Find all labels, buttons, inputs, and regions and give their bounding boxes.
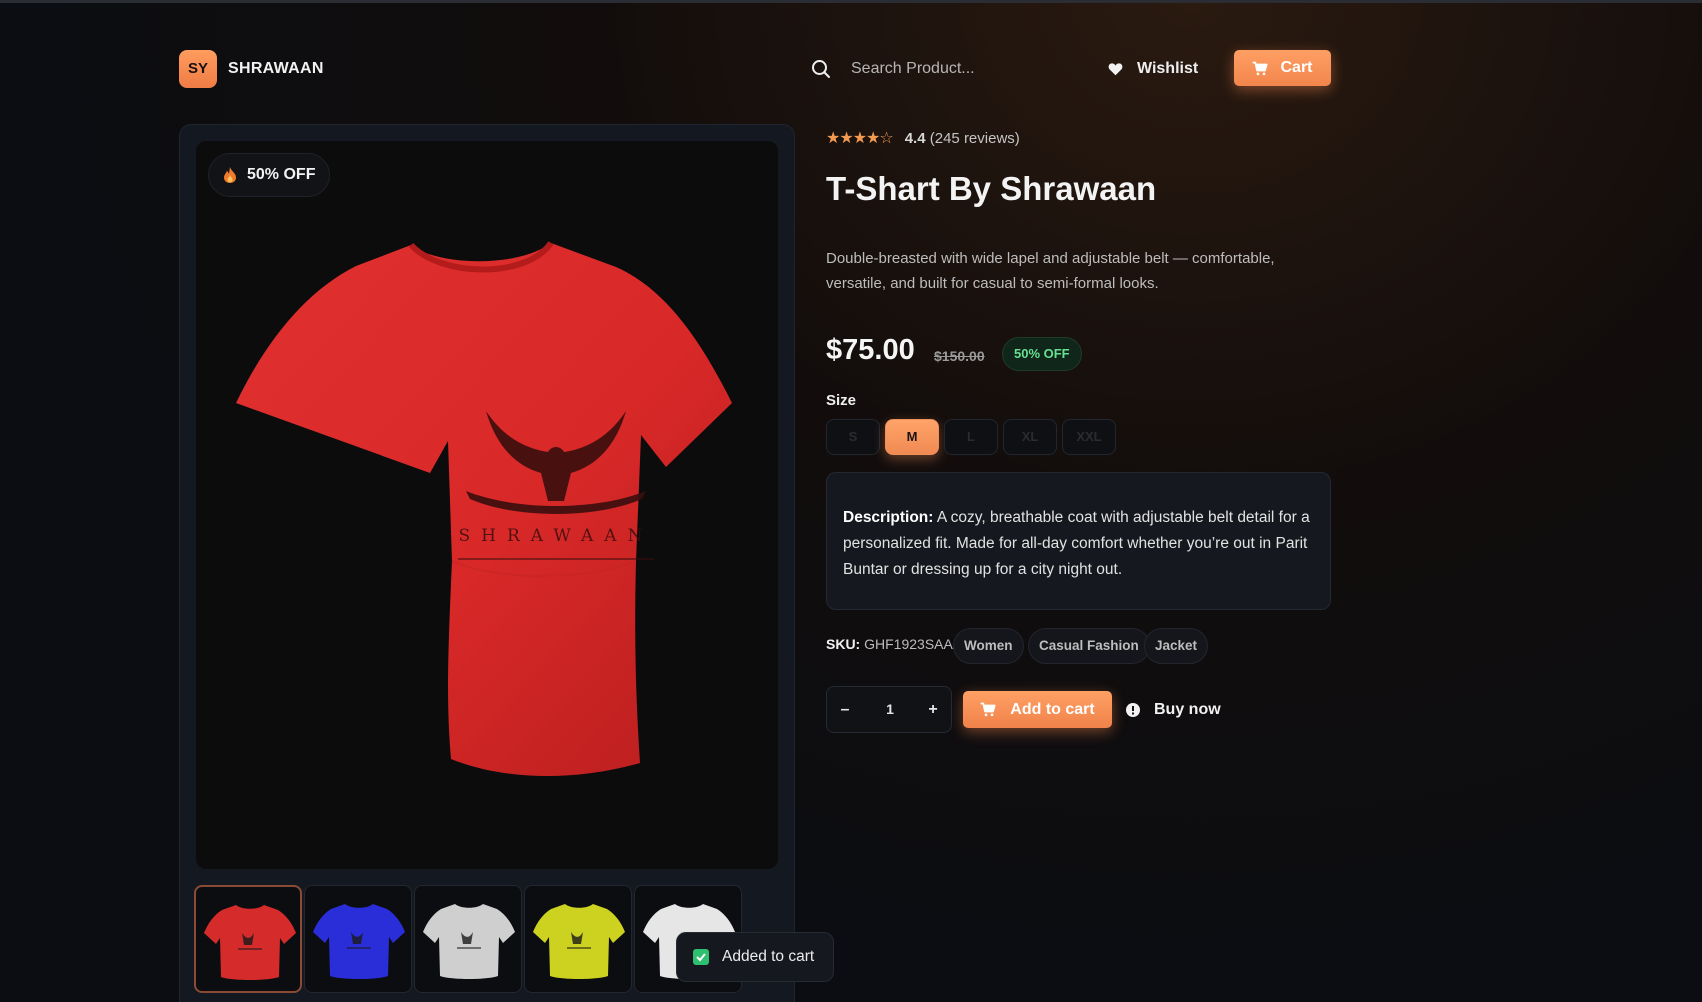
quantity-value[interactable]: 1 [863, 687, 917, 732]
description-label: Description: [843, 509, 934, 526]
added-to-cart-toast: Added to cart [676, 932, 834, 982]
shirt-print-text: SHRAWAAN [459, 526, 654, 546]
discount-badge: 50% OFF [1002, 337, 1082, 371]
cart-button[interactable]: Cart [1234, 50, 1331, 86]
tshirt-thumbnail-image [533, 904, 625, 979]
add-to-cart-button[interactable]: Add to cart [963, 691, 1112, 728]
quantity-stepper: – 1 + [826, 686, 952, 733]
size-label: Size [826, 392, 857, 409]
wishlist-button[interactable]: Wishlist [1108, 50, 1198, 88]
cart-icon [1253, 61, 1269, 75]
sku-label: SKU: [826, 636, 861, 652]
decrease-quantity-button[interactable]: – [827, 687, 863, 732]
increase-quantity-button[interactable]: + [915, 687, 951, 732]
tshirt-thumbnail-image [204, 905, 296, 980]
buy-now-label: Buy now [1154, 700, 1221, 718]
current-price: $75.00 [826, 334, 915, 366]
header: SY SHRAWAAN Wishlist Cart [179, 50, 1331, 88]
search-bar [811, 56, 1051, 82]
toast-message: Added to cart [722, 948, 815, 965]
size-option-xxl[interactable]: XXL [1062, 419, 1116, 455]
rating-value: 4.4 [904, 129, 926, 147]
rating-row: ★★★★☆ 4.4 (245 reviews) [826, 128, 1020, 148]
thumbnail-white[interactable] [414, 885, 522, 993]
tshirt-thumbnail-image [313, 904, 405, 979]
logo-badge[interactable]: SY [179, 50, 217, 88]
rating-stars-icon: ★★★★☆ [826, 130, 894, 147]
original-price: $150.00 [934, 348, 985, 364]
checkbox-check-icon [693, 949, 709, 965]
brand-name[interactable]: SHRAWAAN [228, 60, 324, 78]
top-border [0, 0, 1702, 3]
sku: SKU: GHF1923SAAA [826, 636, 962, 652]
cart-icon [980, 702, 996, 717]
review-count[interactable]: (245 reviews) [930, 130, 1020, 147]
price-row: $75.00 $150.00 50% OFF [826, 330, 1331, 371]
heart-icon [1108, 63, 1123, 76]
thumbnail-red[interactable] [194, 885, 302, 993]
tshirt-thumbnail-image [423, 904, 515, 979]
tag-casual-fashion[interactable]: Casual Fashion [1028, 628, 1150, 664]
sku-value: GHF1923SAAA [864, 636, 963, 652]
add-to-cart-label: Add to cart [1010, 700, 1095, 718]
tag-women[interactable]: Women [953, 628, 1024, 664]
thumbnail-blue[interactable] [304, 885, 412, 993]
description-box: Description: A cozy, breathable coat wit… [826, 472, 1331, 610]
alert-circle-icon [1126, 702, 1140, 717]
tshirt-image: SHRAWAAN [236, 241, 732, 777]
size-option-m[interactable]: M [885, 419, 939, 455]
size-option-xl[interactable]: XL [1003, 419, 1057, 455]
main-product-image[interactable]: 50% OFF SHRAWAAN [196, 141, 778, 869]
search-icon[interactable] [811, 59, 831, 79]
product-gallery: 50% OFF SHRAWAAN [179, 124, 795, 1002]
buy-now-button[interactable]: Buy now [1126, 691, 1221, 728]
product-title: T-Shart By Shrawaan [826, 170, 1157, 207]
purchase-actions: – 1 + Add to cart Buy now [826, 686, 1331, 734]
tag-jacket[interactable]: Jacket [1144, 628, 1209, 664]
meta-row: SKU: GHF1923SAAA Women Casual Fashion Jack… [826, 628, 1331, 664]
size-option-s[interactable]: S [826, 419, 880, 455]
cart-label: Cart [1280, 59, 1313, 76]
product-short-description: Double-breasted with wide lapel and adju… [826, 250, 1275, 292]
size-option-l[interactable]: L [944, 419, 998, 455]
wishlist-label: Wishlist [1137, 60, 1199, 77]
search-input[interactable] [851, 56, 1041, 82]
thumbnail-yellow[interactable] [524, 885, 632, 993]
